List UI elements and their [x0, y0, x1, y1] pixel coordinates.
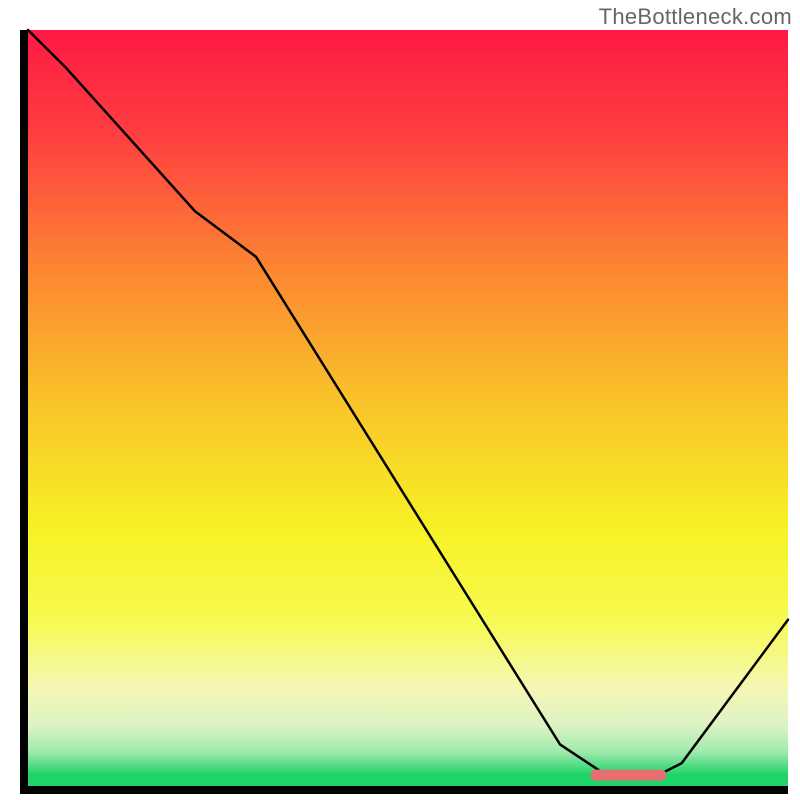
y-axis	[20, 30, 28, 794]
x-axis	[20, 786, 788, 794]
chart-frame: TheBottleneck.com	[0, 0, 800, 800]
bottleneck-line-chart	[0, 0, 800, 800]
plot-background	[28, 30, 788, 786]
optimal-range-marker	[590, 770, 666, 781]
